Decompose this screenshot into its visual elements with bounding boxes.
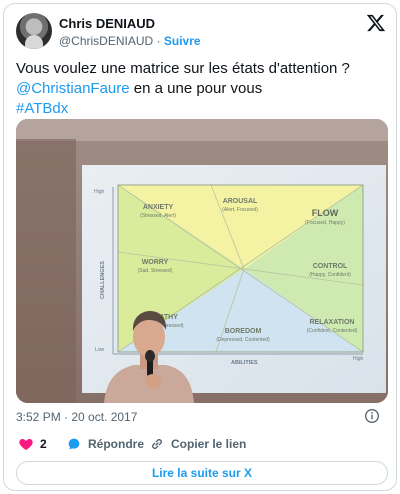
link-icon bbox=[152, 439, 162, 449]
region-relaxation-sub: (Confident, Contented) bbox=[307, 328, 358, 334]
region-worry: WORRY bbox=[142, 259, 169, 266]
tweet-header: Chris DENIAUD @ChrisDENIAUD · Suivre bbox=[16, 13, 386, 53]
y-axis-label: CHALLENGES bbox=[100, 261, 106, 299]
author-name[interactable]: Chris DENIAUD bbox=[59, 16, 155, 31]
x-high-label: High bbox=[353, 356, 364, 362]
read-more-button[interactable]: Lire la suite sur X bbox=[16, 461, 388, 485]
tweet-photo[interactable]: High Low High ABILITIES CHALLENGES ANXIE… bbox=[16, 119, 388, 403]
y-low-label: Low bbox=[95, 347, 105, 353]
region-arousal: AROUSAL bbox=[223, 198, 258, 205]
reply-button[interactable]: Répondre bbox=[66, 436, 144, 452]
region-anxiety: ANXIETY bbox=[143, 204, 174, 211]
tweet-line-2-text: en a une pour vous bbox=[129, 80, 263, 97]
follow-button[interactable]: Suivre bbox=[164, 34, 201, 48]
like-count: 2 bbox=[40, 437, 47, 451]
tweet-text: Vous voulez une matrice sur les états d'… bbox=[16, 59, 386, 119]
region-flow-sub: (Focused, Happy) bbox=[305, 220, 345, 226]
region-relaxation: RELAXATION bbox=[310, 319, 355, 326]
reply-label: Répondre bbox=[88, 437, 145, 451]
hashtag-link[interactable]: #ATBdx bbox=[16, 99, 386, 119]
heart-icon bbox=[19, 439, 33, 450]
region-flow: FLOW bbox=[312, 208, 339, 218]
info-icon[interactable] bbox=[364, 408, 380, 424]
region-worry-sub: (Sad, Stressed) bbox=[138, 268, 173, 274]
tweet-timestamp[interactable]: 3:52 PM · 20 oct. 2017 bbox=[16, 410, 137, 424]
mention-link[interactable]: @ChristianFaure bbox=[16, 80, 130, 97]
region-control-sub: (Happy, Confident) bbox=[309, 272, 351, 278]
like-button[interactable]: 2 bbox=[18, 436, 47, 452]
handle-row: @ChrisDENIAUD · Suivre bbox=[59, 34, 201, 48]
tweet-line-2: @ChristianFaure en a une pour vous bbox=[16, 79, 386, 99]
x-logo-icon[interactable] bbox=[366, 13, 386, 33]
separator: · bbox=[156, 34, 161, 48]
copy-link-label: Copier le lien bbox=[171, 437, 247, 451]
tweet-line-1: Vous voulez une matrice sur les états d'… bbox=[16, 60, 350, 77]
region-boredom: BOREDOM bbox=[225, 328, 262, 335]
author-handle[interactable]: @ChrisDENIAUD bbox=[59, 34, 153, 48]
region-control: CONTROL bbox=[313, 263, 348, 270]
copy-link-button[interactable]: Copier le lien bbox=[149, 436, 246, 452]
region-boredom-sub: (Depressed, Contented) bbox=[216, 337, 270, 343]
y-high-label: High bbox=[94, 189, 105, 195]
avatar[interactable] bbox=[16, 13, 52, 49]
x-axis-label: ABILITIES bbox=[231, 360, 258, 366]
action-bar: 2 Répondre Copier le lien bbox=[16, 436, 386, 456]
photo-scene: High Low High ABILITIES CHALLENGES ANXIE… bbox=[16, 119, 388, 403]
region-anxiety-sub: (Stressed, Alert) bbox=[140, 213, 176, 219]
reply-bubble-icon bbox=[68, 438, 80, 450]
region-arousal-sub: (Alert, Focused) bbox=[222, 207, 258, 213]
tweet-card: Chris DENIAUD @ChrisDENIAUD · Suivre Vou… bbox=[3, 3, 397, 491]
